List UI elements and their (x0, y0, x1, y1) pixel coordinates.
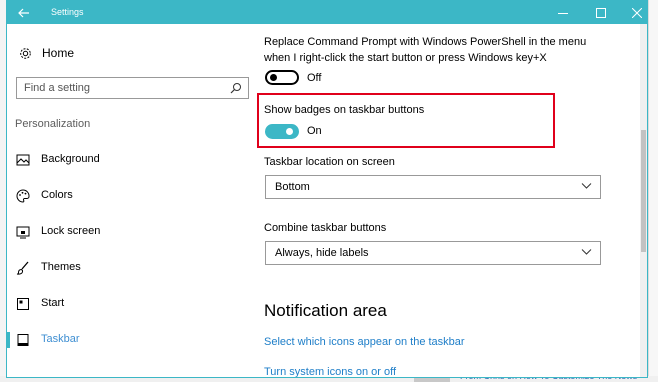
powershell-state: Off (307, 72, 322, 84)
powershell-toggle[interactable] (265, 70, 299, 85)
combine-label: Combine taskbar buttons (264, 222, 387, 234)
taskbar-icon (17, 334, 29, 346)
back-button[interactable] (7, 1, 41, 24)
combine-value: Always, hide labels (275, 247, 369, 259)
search-icon (230, 83, 241, 94)
sidebar-item-taskbar[interactable]: Taskbar (7, 325, 253, 355)
scrollbar[interactable] (640, 24, 647, 377)
sidebar-item-label: Start (41, 297, 65, 309)
sidebar-item-colors[interactable]: Colors (7, 181, 253, 211)
powershell-label-line2: when I right-click the start button or p… (264, 52, 547, 64)
title-bar: Settings (7, 1, 647, 24)
sidebar: Home Personalization Background Colors (7, 24, 253, 377)
brush-icon (16, 261, 29, 275)
sidebar-item-label: Themes (41, 261, 81, 273)
section-header: Personalization (15, 118, 91, 130)
close-icon (632, 7, 642, 18)
settings-window: Settings Home Personalization (6, 0, 648, 378)
picture-icon (16, 154, 30, 166)
chevron-down-icon (581, 183, 592, 189)
background-app-right (648, 0, 658, 382)
toggle-knob (286, 128, 293, 135)
sidebar-item-label: Taskbar (41, 333, 80, 345)
settings-content: Replace Command Prompt with Windows Powe… (253, 24, 633, 377)
toggle-knob (270, 74, 277, 81)
combine-dropdown[interactable]: Always, hide labels (265, 241, 601, 265)
select-icons-link[interactable]: Select which icons appear on the taskbar (264, 336, 465, 348)
system-icons-link[interactable]: Turn system icons on or off (264, 366, 396, 377)
highlight-box (257, 93, 555, 148)
badges-toggle[interactable] (265, 124, 299, 139)
maximize-icon (596, 7, 606, 18)
badges-state: On (307, 125, 322, 137)
palette-icon (16, 189, 30, 203)
close-button[interactable] (619, 1, 647, 24)
search-input[interactable] (17, 78, 224, 98)
location-dropdown[interactable]: Bottom (265, 175, 601, 199)
maximize-button[interactable] (583, 1, 619, 24)
notification-area-heading: Notification area (264, 301, 387, 320)
search-box[interactable] (16, 77, 249, 99)
sidebar-item-label: Lock screen (41, 225, 101, 237)
minimize-button[interactable] (545, 1, 581, 24)
active-indicator (7, 332, 10, 348)
sidebar-item-start[interactable]: Start (7, 289, 253, 319)
lock-screen-icon (16, 226, 30, 239)
sidebar-item-label: Colors (41, 189, 73, 201)
gear-icon (20, 47, 31, 59)
home-label: Home (42, 46, 75, 60)
location-value: Bottom (275, 181, 310, 193)
back-arrow-icon (18, 8, 29, 17)
location-label: Taskbar location on screen (264, 156, 395, 168)
home-nav-item[interactable]: Home (19, 43, 74, 63)
sidebar-item-background[interactable]: Background (7, 145, 253, 175)
minimize-icon (558, 12, 568, 14)
scrollbar-thumb[interactable] (641, 130, 646, 252)
window-title: Settings (51, 7, 84, 17)
sidebar-item-lock-screen[interactable]: Lock screen (7, 217, 253, 247)
badges-label: Show badges on taskbar buttons (264, 104, 425, 116)
chevron-down-icon (581, 249, 592, 255)
powershell-label-line1: Replace Command Prompt with Windows Powe… (264, 36, 587, 48)
sidebar-item-label: Background (41, 153, 100, 165)
sidebar-item-themes[interactable]: Themes (7, 253, 253, 283)
start-icon (17, 298, 29, 310)
